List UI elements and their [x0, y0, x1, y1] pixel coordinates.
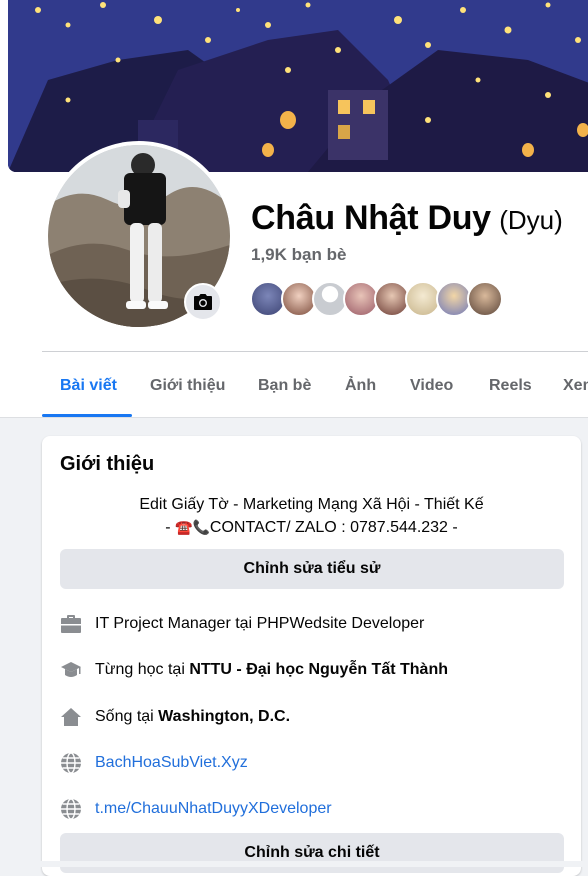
tab-photos[interactable]: Ảnh — [345, 360, 376, 418]
profile-name: Châu Nhật Duy — [251, 199, 491, 237]
tab-more[interactable]: Xem — [563, 360, 588, 418]
friend-avatar[interactable] — [467, 281, 503, 317]
location-detail: Sống tại Washington, D.C. — [60, 703, 290, 731]
work-detail: IT Project Manager tại PHPWedsite Develo… — [60, 610, 424, 638]
website-2-detail: t.me/ChauuNhatDuyyXDeveloper — [60, 795, 332, 823]
cover-photo[interactable] — [8, 0, 588, 172]
phone-emoji-icon: ☎️📞 — [175, 519, 210, 535]
header-bottom-border — [0, 417, 588, 418]
profile-name-line: Châu Nhật Duy (Dyu) — [251, 199, 563, 238]
work-prefix: IT Project Manager tại — [95, 615, 253, 632]
education-place[interactable]: NTTU - Đại học Nguyễn Tất Thành — [189, 661, 448, 679]
location-prefix: Sống tại — [95, 708, 154, 725]
tab-friends[interactable]: Bạn bè — [258, 360, 311, 418]
bio-line-2: - ☎️📞CONTACT/ ZALO : 0787.544.232 - — [42, 516, 581, 539]
header-divider — [42, 351, 588, 352]
graduation-cap-icon — [60, 659, 82, 681]
bio-line-1: Edit Giấy Tờ - Marketing Mạng Xã Hội - T… — [139, 496, 484, 513]
profile-header: Châu Nhật Duy (Dyu) 1,9K bạn bè Bài viết… — [0, 0, 588, 418]
website-1-link[interactable]: BachHoaSubViet.Xyz — [95, 754, 248, 772]
friends-count[interactable]: 1,9K bạn bè — [251, 245, 346, 265]
globe-icon — [60, 752, 82, 774]
profile-nickname: (Dyu) — [499, 205, 563, 235]
page-bottom-strip — [0, 861, 588, 867]
education-detail: Từng học tại NTTU - Đại học Nguyễn Tất T… — [60, 656, 448, 684]
work-place[interactable]: PHPWedsite Developer — [257, 615, 425, 633]
education-prefix: Từng học tại — [95, 661, 185, 678]
tab-videos[interactable]: Video — [410, 360, 453, 418]
bio-text: Edit Giấy Tờ - Marketing Mạng Xã Hội - T… — [42, 494, 581, 539]
briefcase-icon — [60, 613, 82, 635]
camera-icon — [194, 294, 212, 310]
intro-card: Giới thiệu Edit Giấy Tờ - Marketing Mạng… — [42, 436, 581, 876]
bio-line-2-prefix: - — [165, 519, 176, 536]
website-2-link[interactable]: t.me/ChauuNhatDuyyXDeveloper — [95, 800, 332, 818]
website-1-detail: BachHoaSubViet.Xyz — [60, 749, 248, 777]
intro-title: Giới thiệu — [60, 453, 155, 475]
tab-reels[interactable]: Reels — [489, 360, 532, 418]
profile-tabs: Bài viết Giới thiệu Bạn bè Ảnh Video Ree… — [42, 360, 588, 418]
edit-details-button[interactable]: Chỉnh sửa chi tiết — [60, 833, 564, 873]
bio-line-2-text: CONTACT/ ZALO : 0787.544.232 - — [209, 519, 458, 536]
edit-bio-button[interactable]: Chỉnh sửa tiểu sử — [60, 549, 564, 589]
location-place[interactable]: Washington, D.C. — [158, 708, 290, 726]
tab-about[interactable]: Giới thiệu — [150, 360, 225, 418]
globe-icon — [60, 798, 82, 820]
tab-posts[interactable]: Bài viết — [60, 360, 117, 418]
home-icon — [60, 706, 82, 728]
change-profile-photo-button[interactable] — [184, 283, 222, 321]
